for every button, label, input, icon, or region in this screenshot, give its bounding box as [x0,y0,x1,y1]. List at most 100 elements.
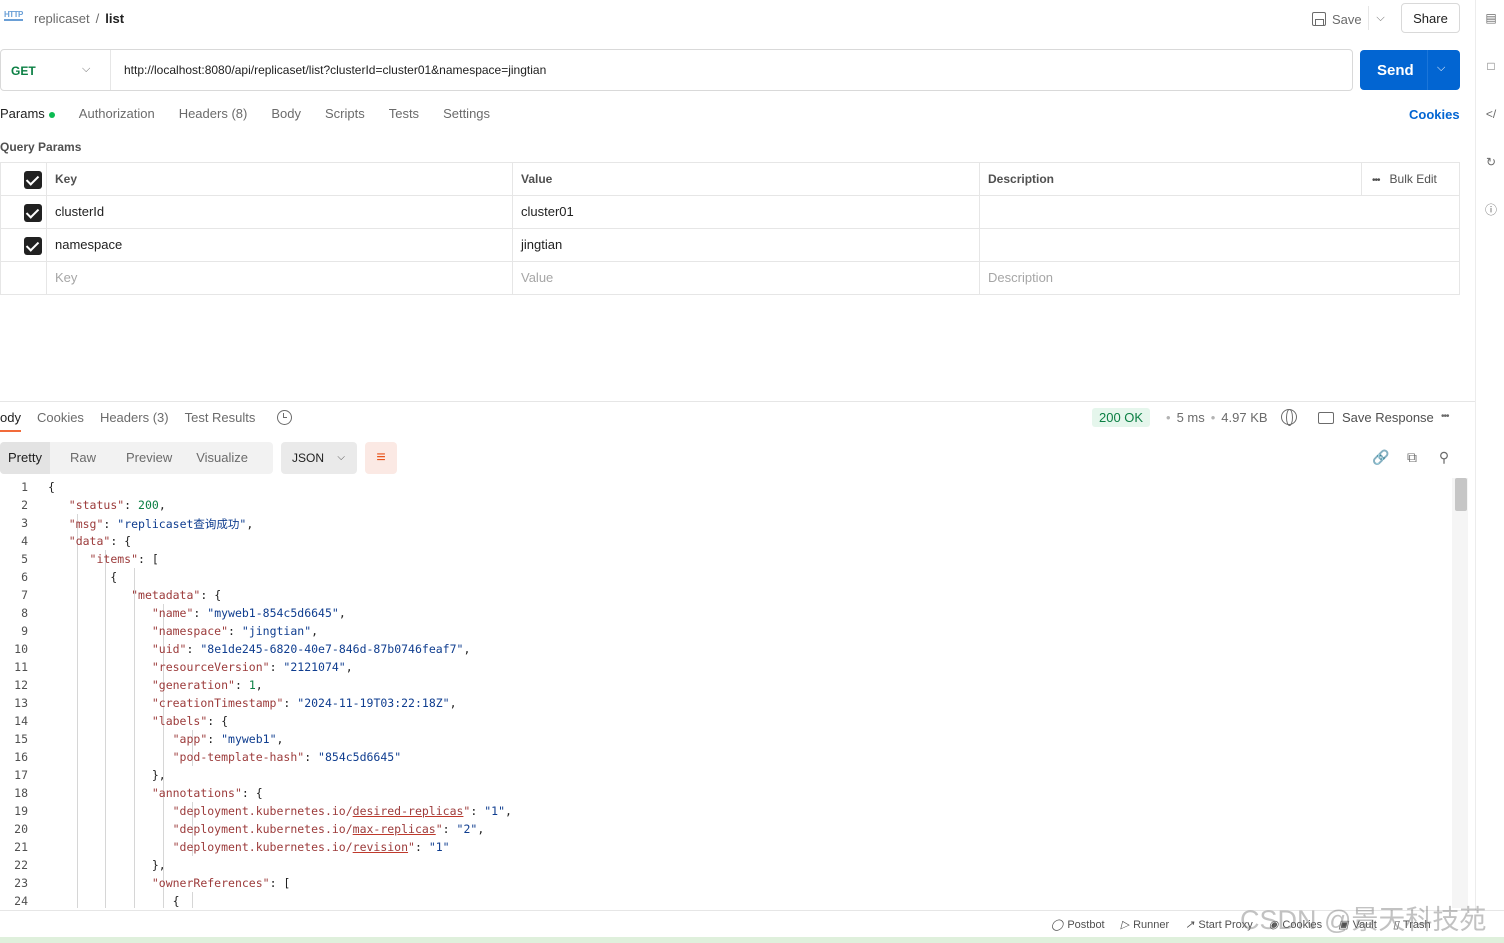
table-row-new: Key Value Description [1,262,1459,295]
tab-headers[interactable]: Headers (8) [179,104,248,126]
separator: • [1166,410,1171,425]
tab-response-headers[interactable]: Headers (3) [100,410,169,432]
chevron-down-icon[interactable]: ⌵ [82,63,90,76]
code-line: "status": 200, [68,498,166,512]
send-button[interactable]: Send ⌵ [1360,50,1460,90]
table-header: Key Value Description ••• Bulk Edit [1,163,1459,196]
scrollbar-thumb[interactable] [1455,478,1467,511]
code-line: "deployment.kubernetes.io/revision": "1" [172,840,450,854]
line-number: 21 [14,840,28,854]
new-value-input[interactable]: Value [512,262,979,295]
documentation-icon[interactable]: ▤ [1484,11,1498,25]
more-icon[interactable]: ••• [1372,175,1380,186]
tab-test-results[interactable]: Test Results [185,410,256,432]
param-key[interactable]: clusterId [46,196,512,229]
runner-button[interactable]: ▷ Runner [1121,918,1170,932]
row-checkbox[interactable] [24,237,42,255]
chevron-down-icon: ⌵ [1376,11,1385,24]
line-number: 15 [14,732,28,746]
response-size[interactable]: 4.97 KB [1221,410,1267,425]
line-number: 10 [14,642,28,656]
code-line: "resourceVersion": "2121074", [151,660,353,674]
comments-icon[interactable]: □ [1484,59,1498,73]
param-value[interactable]: jingtian [512,229,979,262]
query-params-title: Query Params [0,140,82,154]
tab-scripts[interactable]: Scripts [325,104,365,126]
search-icon[interactable]: ⚲ [1436,449,1452,465]
copy-icon[interactable]: ⧉ [1404,449,1420,465]
runner-label: Runner [1133,918,1170,931]
view-visualize[interactable]: Visualize [182,442,262,474]
share-button[interactable]: Share [1401,3,1460,33]
view-pretty[interactable]: Pretty [0,442,50,474]
param-value[interactable]: cluster01 [512,196,979,229]
new-key-input[interactable]: Key [46,262,512,295]
http-request-icon: HTTP [4,10,23,21]
tab-response-body[interactable]: ody [0,410,21,432]
tab-body[interactable]: Body [271,104,301,126]
save-button[interactable]: Save [1312,8,1362,30]
line-number: 14 [14,714,28,728]
tab-label: Headers [99,410,150,425]
select-all-checkbox[interactable] [24,171,42,189]
code-icon[interactable]: </ [1484,107,1498,121]
breadcrumb: replicaset / list [34,11,124,26]
separator: • [1210,410,1216,425]
related-icon[interactable]: ↻ [1484,155,1498,169]
breadcrumb-parent[interactable]: replicaset [34,11,90,26]
save-options-button[interactable]: ⌵ [1368,6,1392,30]
breadcrumb-current[interactable]: list [105,11,124,26]
tab-settings[interactable]: Settings [443,104,490,126]
status-badge[interactable]: 200 OK [1092,408,1151,427]
postbot-button[interactable]: ◯ Postbot [1051,918,1105,932]
history-icon[interactable] [277,410,292,425]
params-table: Key Value Description ••• Bulk Edit clust… [0,162,1460,295]
code-line: "items": [ [89,552,159,566]
wrap-lines-icon[interactable]: ≡ [365,442,397,474]
tab-tests[interactable]: Tests [389,104,419,126]
code-line: "namespace": "jingtian", [151,624,319,638]
tab-response-cookies[interactable]: Cookies [37,410,84,432]
code-line: "pod-template-hash": "854c5d6645" [172,750,402,764]
divider [1427,50,1428,90]
format-select[interactable]: JSON ⌵ [281,442,357,474]
row-checkbox[interactable] [24,204,42,222]
info-icon[interactable]: ⓘ [1484,203,1498,217]
tab-params[interactable]: Params [0,104,55,126]
param-key[interactable]: namespace [46,229,512,262]
chevron-down-icon[interactable]: ⌵ [1437,62,1445,75]
code-line: "data": { [68,534,132,548]
globe-icon[interactable] [1281,409,1297,426]
pane-divider[interactable] [0,401,1475,402]
request-tabs: Params Authorization Headers (8) Body Sc… [0,104,514,126]
more-options-icon[interactable]: ••• [1441,411,1449,422]
param-description[interactable] [979,229,1459,262]
save-response-button[interactable]: Save Response [1318,410,1434,425]
view-raw[interactable]: Raw [50,442,116,474]
response-time[interactable]: 5 ms [1177,410,1205,425]
tab-authorization[interactable]: Authorization [79,104,155,126]
view-preview[interactable]: Preview [116,442,182,474]
link-icon[interactable]: 🔗 [1372,449,1389,465]
scrollbar[interactable] [1452,478,1468,908]
new-description-input[interactable]: Description [979,262,1459,295]
code-line: "labels": { [151,714,229,728]
url-input[interactable]: http://localhost:8080/api/replicaset/lis… [124,63,546,77]
line-number: 5 [21,552,28,566]
param-description[interactable] [979,196,1459,229]
line-number: 11 [14,660,28,674]
tab-label: Params [0,106,45,121]
cookies-link[interactable]: Cookies [1409,107,1460,122]
active-dot [48,111,55,118]
method-select[interactable]: GET [11,64,36,78]
code-line: }, [48,858,166,872]
line-number: 9 [21,624,28,638]
line-number: 13 [14,696,28,710]
line-number: 16 [14,750,28,764]
line-number: 3 [21,516,28,530]
line-number: 4 [21,534,28,548]
bulk-edit-button[interactable]: ••• Bulk Edit [1361,163,1459,195]
breadcrumb-separator: / [95,11,100,26]
response-body-editor[interactable]: 1 {2 "status": 200, 3 "msg": "replicaset查询… [0,478,1452,908]
code-line: }, [48,768,166,782]
